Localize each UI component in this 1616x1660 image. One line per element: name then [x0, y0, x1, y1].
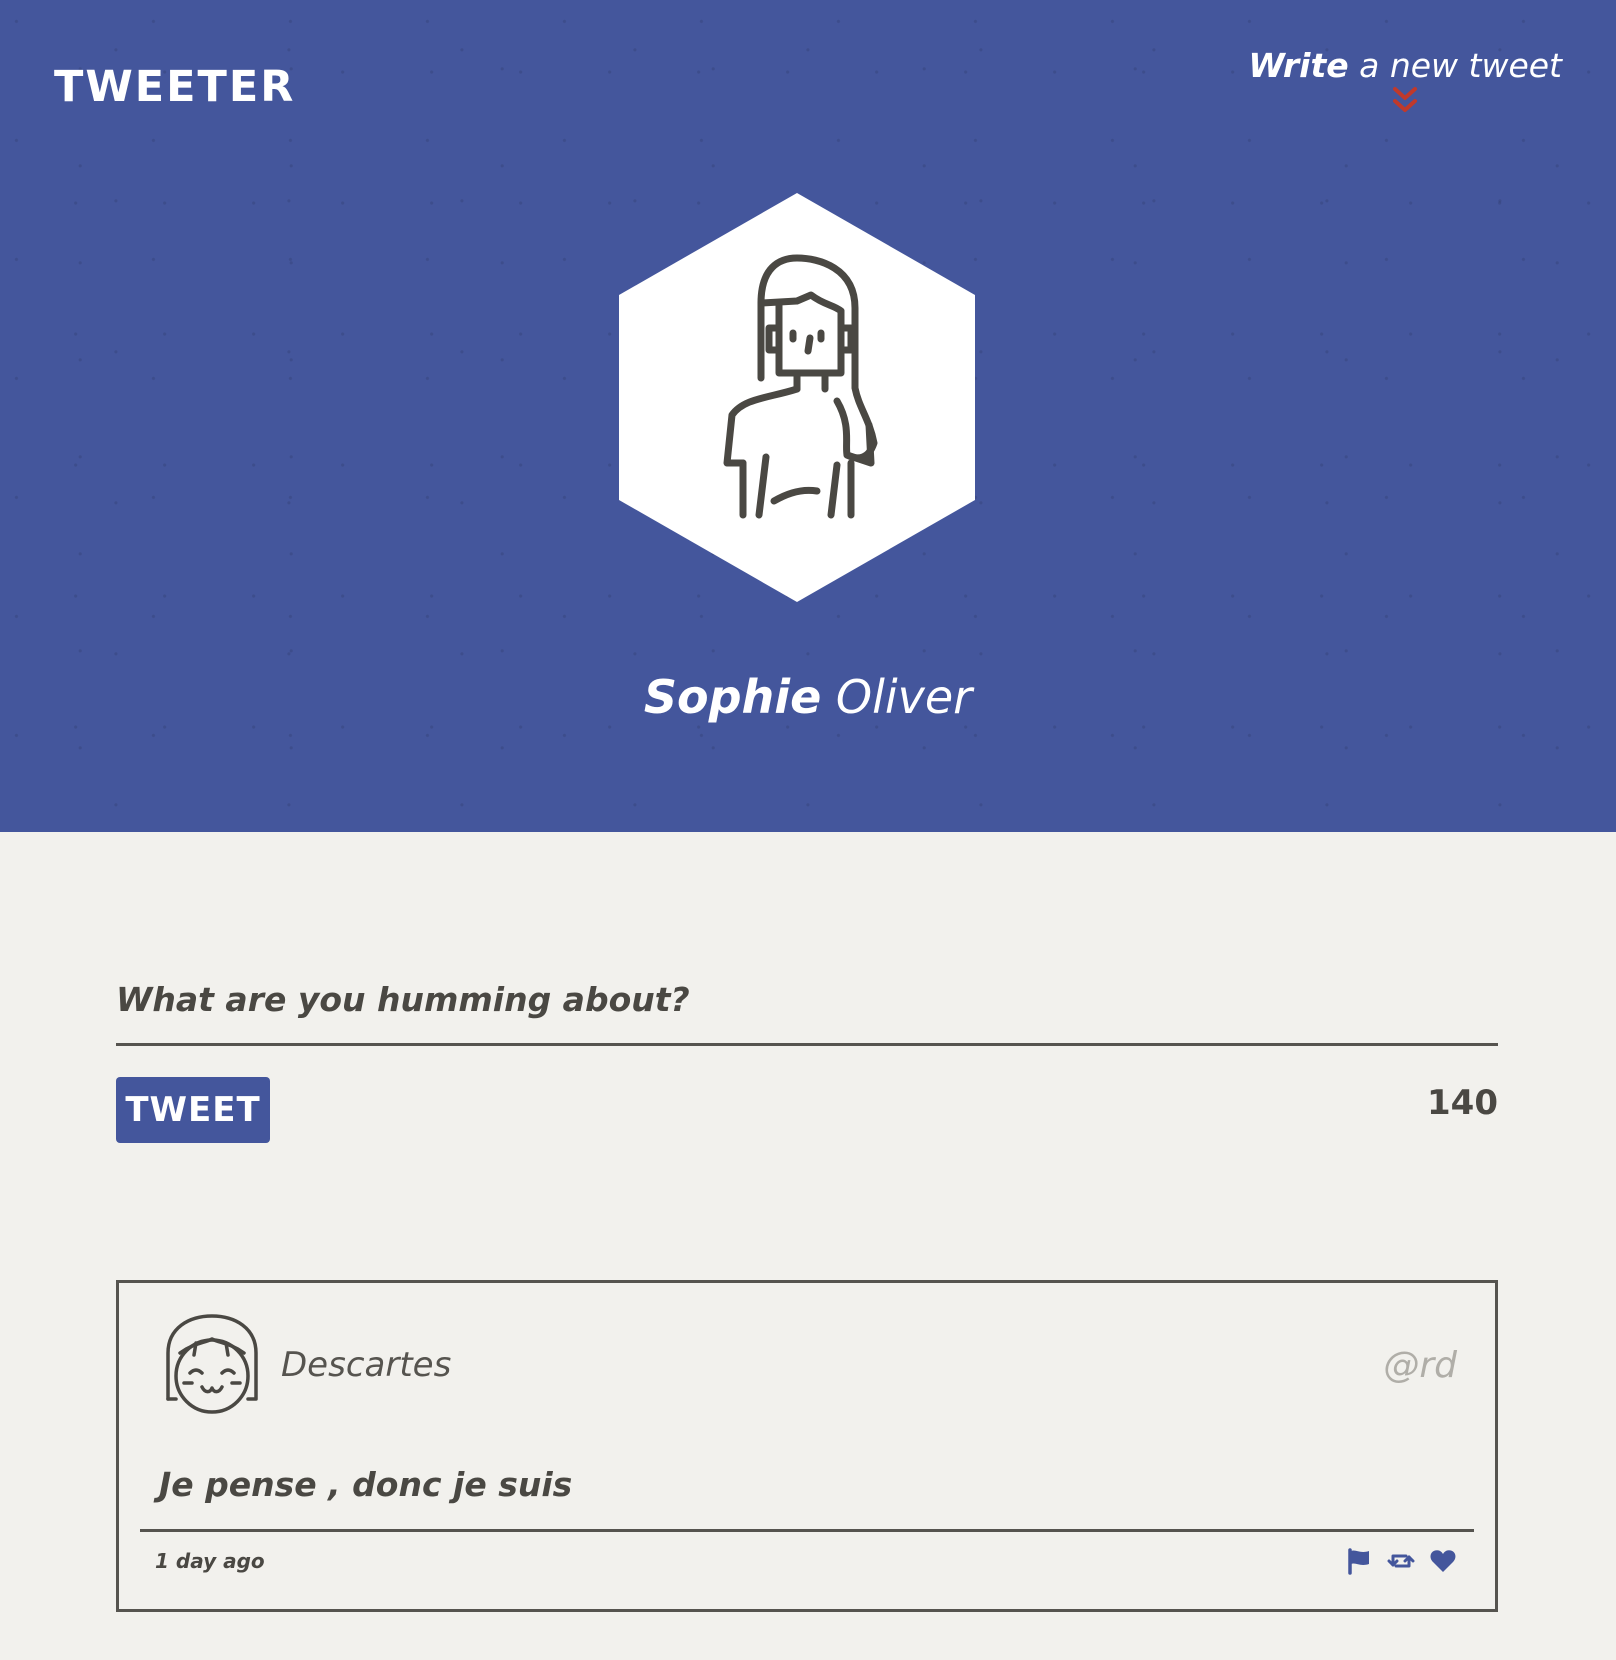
last-name: Oliver — [821, 670, 973, 724]
tweet-author-name[interactable]: Descartes — [281, 1345, 451, 1385]
tweet-actions — [1345, 1547, 1457, 1575]
write-label-rest: a new tweet — [1348, 46, 1562, 85]
write-new-tweet-link[interactable]: Write a new tweet — [1248, 46, 1562, 116]
tweet-card: Descartes @rd Je pense , donc je suis 1 … — [116, 1280, 1498, 1612]
profile-name: Sophie Oliver — [0, 672, 1616, 723]
tweet-button[interactable]: TWEET — [116, 1077, 270, 1143]
write-label-bold: Write — [1248, 46, 1349, 85]
profile-header: TWEETER Write a new tweet Sophie Oliver — [0, 0, 1616, 832]
girl-avatar-icon — [166, 1314, 258, 1414]
tweet-text: Je pense , donc je suis — [159, 1465, 573, 1504]
character-counter: 140 — [1427, 1083, 1498, 1123]
first-name: Sophie — [643, 670, 822, 724]
tweet-input[interactable] — [116, 980, 1498, 1046]
write-new-tweet-label: Write a new tweet — [1248, 46, 1562, 85]
flag-icon[interactable] — [1345, 1547, 1373, 1575]
tweet-divider — [140, 1529, 1474, 1532]
tweet-author-handle[interactable]: @rd — [1383, 1345, 1457, 1386]
tweet-timestamp: 1 day ago — [155, 1549, 265, 1573]
retweet-icon[interactable] — [1387, 1547, 1415, 1575]
heart-icon[interactable] — [1429, 1547, 1457, 1575]
double-chevron-down-icon — [1393, 87, 1418, 113]
profile-avatar — [619, 193, 975, 602]
app-logo[interactable]: TWEETER — [54, 66, 295, 109]
compose-tweet-section: TWEET 140 — [116, 980, 1498, 1143]
compose-actions-row: TWEET 140 — [116, 1077, 1498, 1143]
